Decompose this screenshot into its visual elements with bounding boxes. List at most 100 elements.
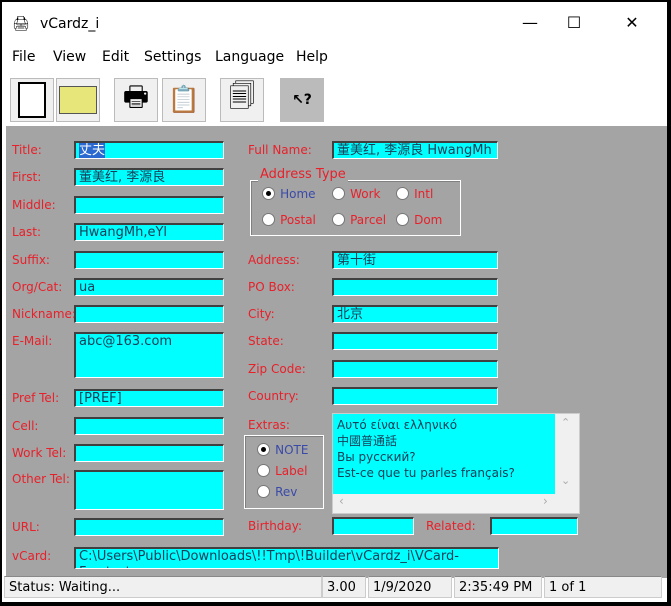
extras-line: 中國普通話: [337, 434, 398, 448]
menu-language[interactable]: Language: [215, 49, 284, 65]
url-label: URL:: [12, 520, 40, 534]
email-label: E-Mail:: [12, 334, 53, 348]
folder-icon: [59, 86, 97, 114]
email-input[interactable]: abc@163.com: [74, 332, 224, 378]
copy-button[interactable]: 🗐: [220, 78, 264, 122]
state-label: State:: [248, 334, 284, 348]
help-icon: ↖?: [292, 92, 312, 108]
paste-icon: 📋: [167, 85, 201, 115]
radio-icon: [257, 464, 270, 477]
po_box-label: PO Box:: [248, 280, 295, 294]
work_tel-label: Work Tel:: [12, 446, 67, 460]
pref_tel-input[interactable]: [PREF]: [74, 389, 224, 407]
extras-text[interactable]: Αυτό είναι ελληνικό 中國普通話 Вы русский? Est-c…: [333, 414, 555, 494]
radio-icon: [332, 213, 345, 226]
work_tel-input[interactable]: [74, 444, 224, 462]
address-type-intl-radio[interactable]: Intl: [396, 183, 433, 202]
extras-note-radio[interactable]: NOTE: [257, 439, 308, 458]
cell-input[interactable]: [74, 417, 224, 435]
country-label: Country:: [248, 389, 299, 403]
address-type-legend: Address Type: [258, 167, 348, 182]
po_box-input[interactable]: [332, 278, 498, 296]
other_tel-label: Other Tel:: [12, 472, 70, 486]
close-button[interactable]: ✕: [612, 10, 652, 36]
country-input[interactable]: [332, 387, 498, 405]
status-record: 1 of 1: [544, 576, 662, 598]
scroll-up-icon[interactable]: ⌃: [561, 416, 570, 429]
first-label: First:: [12, 170, 42, 184]
birthday-label: Birthday:: [248, 519, 303, 533]
nickname-label: Nickname:: [12, 307, 76, 321]
scroll-right-icon[interactable]: ›: [543, 494, 548, 508]
cell-label: Cell:: [12, 419, 39, 433]
address-type-home-radio[interactable]: Home: [262, 183, 316, 202]
title-label: Title:: [12, 143, 42, 157]
minimize-button[interactable]: —: [510, 10, 550, 36]
extras-line: Вы русский?: [337, 450, 416, 464]
radio-icon: [396, 187, 409, 200]
address-type-work-radio[interactable]: Work: [332, 183, 380, 202]
extras-label-radio[interactable]: Label: [257, 460, 307, 479]
middle-input[interactable]: [74, 196, 224, 214]
address-type-dom-radio[interactable]: Dom: [396, 209, 442, 228]
url-input[interactable]: [74, 518, 224, 536]
radio-icon: [257, 443, 270, 456]
radio-icon: [262, 187, 275, 200]
extras-textarea[interactable]: Αυτό είναι ελληνικό 中國普通話 Вы русский? Est-c…: [332, 413, 580, 514]
menu-file[interactable]: File: [12, 49, 35, 65]
org-label: Org/Cat:: [12, 280, 63, 294]
related-input[interactable]: [490, 517, 578, 535]
address-input[interactable]: 第十街: [332, 251, 498, 269]
address-type-postal-radio[interactable]: Postal: [262, 209, 316, 228]
new-file-button[interactable]: [10, 78, 54, 122]
state-input[interactable]: [332, 332, 498, 350]
org-input[interactable]: ua: [74, 278, 224, 296]
extras-line: Est-ce que tu parles français?: [337, 466, 515, 480]
radio-icon: [396, 213, 409, 226]
radio-icon: [262, 213, 275, 226]
status-time: 2:35:49 PM: [454, 576, 542, 598]
city-label: City:: [248, 307, 275, 321]
birthday-input[interactable]: [332, 517, 414, 535]
first-input[interactable]: 董美红, 李源良: [74, 168, 224, 186]
last-label: Last:: [12, 225, 42, 239]
suffix-input[interactable]: [74, 251, 224, 269]
copy-icon: 🗐: [229, 82, 255, 112]
help-button[interactable]: ↖?: [280, 78, 324, 122]
status-version: 3.00: [322, 576, 366, 598]
printer-icon: 🖶: [122, 80, 150, 113]
pref_tel-label: Pref Tel:: [12, 391, 60, 405]
radio-icon: [332, 187, 345, 200]
full_name-label: Full Name:: [248, 143, 312, 157]
nickname-input[interactable]: [74, 305, 224, 323]
middle-label: Middle:: [12, 198, 56, 212]
vcard-input[interactable]: C:\Users\Public\Downloads\!!Tmp\!Builder…: [74, 547, 499, 569]
paste-button[interactable]: 📋: [162, 78, 206, 122]
last-input[interactable]: HwangMh,eYl: [74, 223, 224, 241]
vcard-label: vCard:: [12, 549, 52, 563]
other_tel-input[interactable]: [74, 470, 224, 510]
full_name-input[interactable]: 董美红, 李源良 HwangMh: [332, 141, 498, 159]
scroll-down-icon[interactable]: ⌄: [561, 474, 570, 487]
radio-icon: [257, 485, 270, 498]
address-type-parcel-radio[interactable]: Parcel: [332, 209, 386, 228]
related-label: Related:: [426, 519, 476, 533]
maximize-button[interactable]: ☐: [554, 10, 594, 36]
city-input[interactable]: 北京: [332, 305, 498, 323]
print-button[interactable]: 🖶: [114, 78, 158, 122]
zip-input[interactable]: [332, 360, 498, 378]
extras-label: Extras:: [248, 418, 290, 432]
title-input[interactable]: 丈夫: [74, 141, 224, 159]
menu-view[interactable]: View: [53, 49, 86, 65]
extras-rev-radio[interactable]: Rev: [257, 481, 297, 500]
scroll-left-icon[interactable]: ‹: [339, 494, 344, 508]
open-button[interactable]: [56, 78, 100, 122]
menu-settings[interactable]: Settings: [144, 49, 201, 65]
new-file-icon: [18, 82, 46, 118]
menu-help[interactable]: Help: [296, 49, 328, 65]
zip-label: Zip Code:: [248, 362, 306, 376]
menu-edit[interactable]: Edit: [102, 49, 129, 65]
extras-line: Αυτό είναι ελληνικό: [337, 418, 458, 432]
status-text: Status: Waiting...: [4, 576, 322, 598]
suffix-label: Suffix:: [12, 253, 50, 267]
